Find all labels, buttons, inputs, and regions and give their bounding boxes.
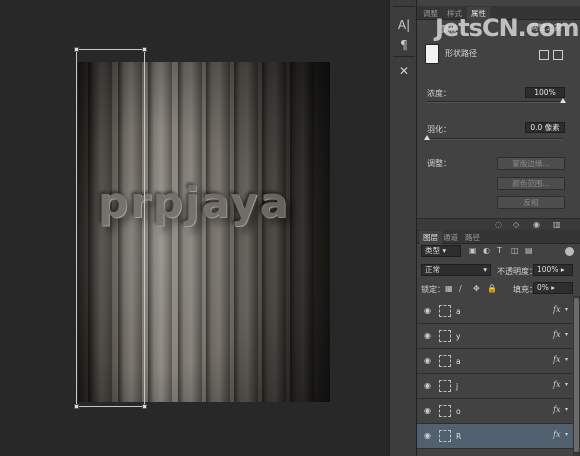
eye-icon[interactable]: ◉ — [424, 356, 431, 365]
transform-handle[interactable] — [74, 404, 79, 409]
opacity-value: 100% — [537, 265, 559, 274]
transform-handle[interactable] — [74, 47, 79, 52]
delete-icon[interactable]: ▥ — [553, 220, 561, 229]
invert-button[interactable]: 反相 — [497, 196, 565, 209]
expand-arrow-icon[interactable]: ▾ — [565, 306, 568, 313]
fx-icon[interactable]: fx — [553, 330, 560, 339]
lock-transparent-icon[interactable]: ▦ — [445, 284, 453, 293]
layer-name: a — [456, 357, 461, 366]
smart-object-filter-icon[interactable]: ▤ — [525, 246, 533, 255]
pixel-filter-icon[interactable]: ▣ — [469, 246, 477, 255]
layer-row[interactable]: ◉ Rfx ▾ — [417, 424, 580, 449]
expand-arrow-icon[interactable]: ▾ — [565, 381, 568, 388]
feather-label: 羽化： — [427, 125, 451, 134]
layer-thumbnail — [439, 430, 451, 442]
eye-icon[interactable]: ◉ — [424, 331, 431, 340]
properties-footer: ◌ ◇ ◉ ▥ — [417, 218, 580, 230]
crossed-tools-icon[interactable]: ✕ — [394, 62, 414, 80]
transform-selection-box[interactable] — [74, 47, 147, 409]
eye-icon[interactable]: ◉ — [424, 431, 431, 440]
lock-label: 锁定： — [421, 285, 445, 294]
shape-path-label: 形状路径 — [445, 49, 477, 58]
expand-arrow-icon[interactable]: ▾ — [565, 431, 568, 438]
tab-channels[interactable]: 通道 — [439, 231, 462, 244]
mask-thumbnail — [425, 44, 439, 64]
apply-mask-icon[interactable]: ◇ — [513, 220, 519, 229]
expand-arrow-icon[interactable]: ▾ — [565, 356, 568, 363]
density-slider[interactable] — [427, 101, 563, 103]
vector-mask-button[interactable] — [553, 50, 563, 60]
layer-thumbnail — [439, 380, 451, 392]
layer-name: a — [456, 307, 461, 316]
fx-icon[interactable]: fx — [553, 430, 560, 439]
mask-title: 蒙版 — [441, 25, 457, 34]
filter-kind-select[interactable]: 类型 ▾ — [421, 245, 461, 257]
density-field[interactable]: 100% — [525, 87, 565, 98]
blend-mode-value: 正常 — [425, 265, 440, 274]
opacity-field[interactable]: 100% ▸ — [533, 264, 573, 276]
layer-name: o — [456, 407, 461, 416]
text-tool-icon[interactable]: A| — [394, 16, 414, 34]
adjustment-filter-icon[interactable]: ◐ — [483, 246, 490, 255]
eye-icon[interactable]: ◉ — [424, 306, 431, 315]
transform-handle[interactable] — [142, 404, 147, 409]
expand-arrow-icon[interactable]: ▾ — [565, 331, 568, 338]
layer-thumbnail — [439, 305, 451, 317]
blend-mode-select[interactable]: 正常 ▾ — [421, 264, 491, 276]
fx-icon[interactable]: fx — [553, 380, 560, 389]
lock-all-icon[interactable]: 🔒 — [487, 284, 497, 293]
eye-icon[interactable]: ◉ — [424, 406, 431, 415]
adjust-label: 调整： — [427, 159, 451, 168]
layer-name: R — [456, 432, 462, 441]
layers-scroll-thumb[interactable] — [574, 298, 579, 452]
density-label: 浓度： — [427, 89, 451, 98]
layer-thumbnail — [439, 330, 451, 342]
fx-icon[interactable]: fx — [553, 405, 560, 414]
feather-slider[interactable] — [427, 138, 563, 140]
layers-tabbar: 图层 通道 路径 — [417, 230, 580, 244]
divider — [393, 56, 415, 57]
lock-position-icon[interactable]: ✥ — [473, 284, 480, 293]
divider — [393, 6, 415, 7]
fill-value: 0% — [537, 283, 549, 292]
layers-scrollbar[interactable] — [573, 296, 580, 456]
load-selection-icon[interactable]: ◌ — [495, 220, 502, 229]
layer-thumbnail — [439, 405, 451, 417]
fill-field[interactable]: 0% ▸ — [533, 282, 573, 294]
filter-kind-value: 类型 — [425, 246, 440, 255]
shape-filter-icon[interactable]: ◫ — [511, 246, 519, 255]
watermark-subtitle: 网管之家 — [530, 23, 562, 32]
document-canvas[interactable]: prpjaya — [0, 0, 389, 456]
pixel-mask-button[interactable] — [539, 50, 549, 60]
paragraph-icon[interactable]: ¶ — [394, 36, 414, 54]
fx-icon[interactable]: fx — [553, 355, 560, 364]
right-panel: 调整 样式 属性 JetsCN.com 网管之家 蒙版 形状路径 浓度： 100… — [417, 0, 580, 456]
chevron-down-icon: ▾ — [483, 265, 487, 274]
feather-slider-thumb[interactable] — [424, 135, 430, 140]
expand-arrow-icon[interactable]: ▾ — [565, 406, 568, 413]
filter-toggle[interactable] — [565, 247, 574, 256]
opacity-label: 不透明度： — [497, 267, 537, 276]
transform-handle[interactable] — [142, 47, 147, 52]
panel-tool-strip: A| ¶ ✕ — [389, 0, 417, 456]
tab-paths[interactable]: 路径 — [461, 231, 484, 244]
layer-thumbnail — [439, 355, 451, 367]
visibility-icon[interactable]: ◉ — [533, 220, 540, 229]
layer-name: y — [456, 332, 461, 341]
layer-row[interactable]: ◉ a fx ▾ — [417, 349, 580, 374]
fx-icon[interactable]: fx — [553, 305, 560, 314]
text-filter-icon[interactable]: T — [497, 246, 502, 255]
layer-row[interactable]: ◉ o fx ▾ — [417, 399, 580, 424]
feather-field[interactable]: 0.0 像素 — [525, 122, 565, 133]
layer-row[interactable]: ◉ y fx ▾ — [417, 324, 580, 349]
layer-row[interactable]: ◉ j fx ▾ — [417, 374, 580, 399]
lock-brush-icon[interactable]: ∕ — [459, 284, 462, 293]
layer-row[interactable]: ◉ a fx ▾ — [417, 299, 580, 324]
eye-icon[interactable]: ◉ — [424, 381, 431, 390]
layer-filter-row: 类型 ▾ ▣ ◐ T ◫ ▤ — [417, 244, 580, 259]
density-slider-thumb[interactable] — [560, 98, 566, 103]
color-range-button[interactable]: 颜色范围... — [497, 177, 565, 190]
mask-edge-button[interactable]: 蒙版边缘... — [497, 157, 565, 170]
layer-name: j — [456, 382, 459, 391]
